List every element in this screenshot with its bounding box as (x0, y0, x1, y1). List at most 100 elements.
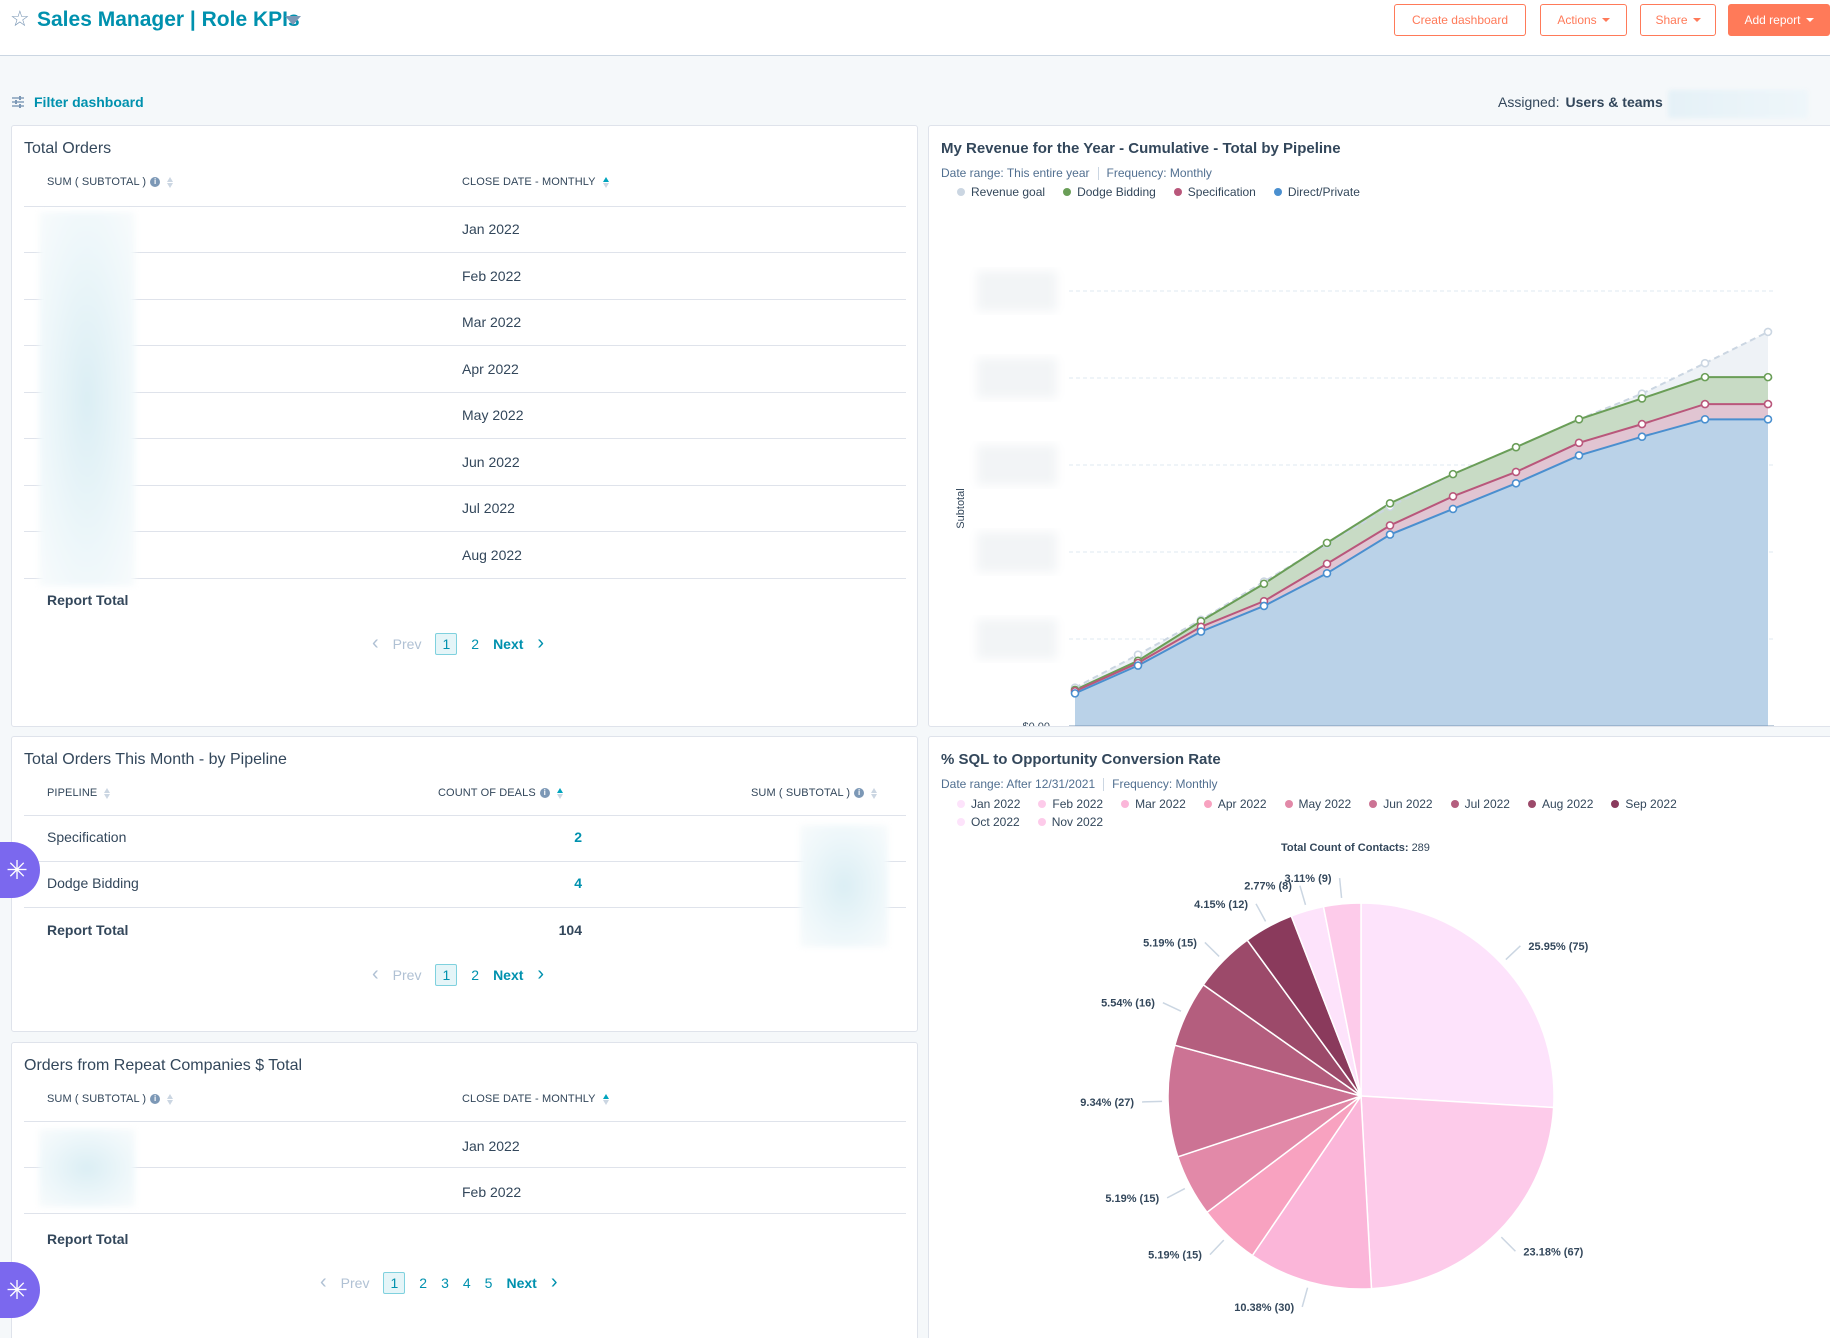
row-divider (24, 391, 906, 393)
data-point (1259, 579, 1269, 589)
legend-item[interactable]: Oct 2022 (957, 815, 1020, 829)
info-icon[interactable]: i (150, 1094, 161, 1104)
page-4-button[interactable]: 4 (463, 1275, 471, 1291)
prev-page-button[interactable]: Prev (393, 967, 422, 983)
info-icon[interactable]: i (854, 788, 865, 798)
data-point (1700, 399, 1710, 409)
legend-item[interactable]: Jul 2022 (1450, 797, 1510, 811)
filter-dashboard-button[interactable]: Filter dashboard (12, 94, 144, 110)
column-label: CLOSE DATE - MONTHLY (462, 1093, 596, 1105)
assigned-filter[interactable]: Assigned: Users & teams (1498, 94, 1663, 110)
legend-dot-icon (1121, 800, 1130, 808)
sparkle-icon: ✳ (6, 1274, 28, 1305)
chevron-left-icon[interactable]: ‹ (372, 963, 379, 986)
total-orders-card: Total Orders SUM ( SUBTOTAL ) i CLOSE DAT… (11, 125, 918, 727)
data-point (1637, 394, 1647, 403)
sort-icon (871, 787, 878, 799)
next-page-button[interactable]: Next (493, 967, 523, 983)
next-page-button[interactable]: Next (493, 636, 523, 652)
chevron-left-icon[interactable]: ‹ (372, 632, 379, 655)
column-header-sum-subtotal[interactable]: SUM ( SUBTOTAL ) i (751, 787, 878, 799)
pie-label-connector (1209, 1239, 1225, 1256)
legend-label: Mar 2022 (1135, 797, 1186, 811)
repeat-companies-card: Orders from Repeat Companies $ Total SUM… (11, 1042, 918, 1338)
legend-item[interactable]: Jun 2022 (1369, 797, 1433, 811)
close-date-cell: Mar 2022 (462, 314, 522, 330)
sort-icon (104, 787, 111, 799)
pagination: ‹ Prev 1 2 Next › (372, 963, 544, 986)
page-1-button[interactable]: 1 (435, 632, 458, 655)
legend-dot-icon (1527, 800, 1536, 808)
pie-data-label: 5.19% (15) (1143, 937, 1197, 949)
create-dashboard-button[interactable]: Create dashboard (1394, 4, 1526, 36)
next-page-button[interactable]: Next (506, 1275, 536, 1291)
prev-page-button[interactable]: Prev (393, 636, 422, 652)
info-icon[interactable]: i (539, 788, 550, 798)
data-point (1133, 661, 1143, 670)
sort-ascending-icon (602, 176, 609, 188)
legend-label: Nov 2022 (1051, 815, 1104, 829)
page-1-button[interactable]: 1 (383, 1271, 406, 1294)
legend-item[interactable]: Nov 2022 (1037, 815, 1104, 829)
sort-ascending-icon (556, 787, 563, 799)
column-header-close-date[interactable]: CLOSE DATE - MONTHLY (462, 176, 609, 188)
column-label: COUNT OF DEALS (438, 787, 536, 799)
actions-label: Actions (1557, 13, 1597, 27)
column-header-count-of-deals[interactable]: COUNT OF DEALS i (438, 787, 563, 799)
card-title: Total Orders This Month - by Pipeline (24, 751, 287, 768)
dashboard-title[interactable]: Sales Manager | Role KPIs (37, 8, 300, 32)
pie-data-label: 4.15% (12) (1194, 899, 1248, 911)
redacted-values (800, 825, 888, 947)
legend-label: Jun 2022 (1383, 797, 1433, 811)
page-1-button[interactable]: 1 (435, 963, 458, 986)
frequency: Frequency: Monthly (1106, 166, 1212, 180)
legend-item[interactable]: Mar 2022 (1121, 797, 1186, 811)
caret-down-icon (1601, 18, 1610, 22)
row-divider (24, 252, 906, 253)
legend-item[interactable]: Feb 2022 (1038, 797, 1103, 811)
deal-count-link[interactable]: 4 (552, 875, 582, 891)
pie-data-label: 5.54% (16) (1101, 998, 1155, 1010)
legend-item[interactable]: Sep 2022 (1611, 797, 1677, 811)
actions-button[interactable]: Actions (1540, 4, 1627, 36)
close-date-cell: Jan 2022 (462, 221, 520, 237)
favorite-star-icon[interactable]: ☆ (10, 6, 30, 32)
column-header-sum-subtotal[interactable]: SUM ( SUBTOTAL ) i (47, 1093, 174, 1105)
sort-icon (167, 1093, 174, 1105)
deal-count-link[interactable]: 2 (552, 829, 582, 845)
assigned-value: Users & teams (1565, 94, 1663, 110)
page-5-button[interactable]: 5 (485, 1275, 493, 1291)
pagination: ‹ Prev 1 2 Next › (372, 632, 544, 655)
column-header-close-date[interactable]: CLOSE DATE - MONTHLY (462, 1093, 609, 1105)
close-date-cell: Feb 2022 (462, 267, 522, 284)
legend-item[interactable]: Jan 2022 (957, 797, 1020, 811)
page-2-button[interactable]: 2 (471, 636, 479, 652)
info-icon[interactable]: i (150, 177, 161, 187)
pie-label-connector (1500, 1236, 1516, 1252)
chevron-right-icon[interactable]: › (537, 963, 544, 986)
add-report-button[interactable]: Add report (1728, 4, 1830, 36)
page-3-button[interactable]: 3 (441, 1275, 449, 1291)
close-date-cell: Jan 2022 (462, 1138, 520, 1154)
column-header-sum-subtotal[interactable]: SUM ( SUBTOTAL ) i (47, 176, 174, 188)
column-header-pipeline[interactable]: PIPELINE (47, 787, 111, 799)
data-point (1574, 415, 1584, 424)
legend-label: Feb 2022 (1052, 797, 1104, 811)
chevron-right-icon[interactable]: › (537, 632, 544, 655)
legend-item[interactable]: Apr 2022 (1203, 797, 1267, 811)
data-point (1385, 498, 1395, 508)
share-button[interactable]: Share (1640, 4, 1716, 36)
page-2-button[interactable]: 2 (419, 1275, 427, 1291)
total-value: 289 (1411, 842, 1430, 854)
legend-item[interactable]: Aug 2022 (1527, 797, 1593, 811)
legend-item[interactable]: May 2022 (1284, 797, 1351, 811)
chevron-left-icon[interactable]: ‹ (320, 1271, 327, 1294)
prev-page-button[interactable]: Prev (341, 1275, 370, 1291)
close-date-cell: Jul 2022 (462, 500, 515, 516)
data-point (1637, 419, 1647, 429)
dashboard-switcher-chevron-icon[interactable] (285, 16, 301, 25)
column-label: CLOSE DATE - MONTHLY (462, 176, 596, 188)
page-2-button[interactable]: 2 (471, 967, 479, 983)
y-tick-label: $0.00 (1022, 721, 1050, 726)
chevron-right-icon[interactable]: › (551, 1271, 558, 1294)
